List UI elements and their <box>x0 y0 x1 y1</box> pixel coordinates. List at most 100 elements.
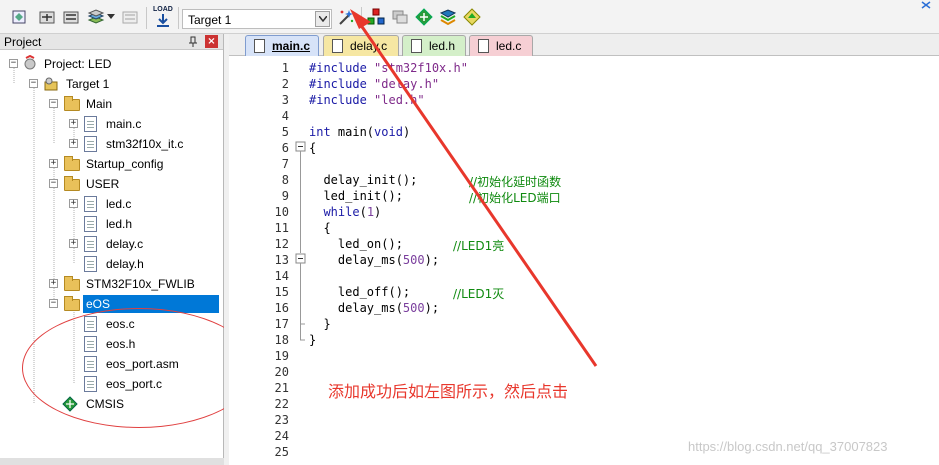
folder-open-icon <box>64 96 80 111</box>
code-line-16: delay_ms(500); <box>309 301 440 315</box>
batch-build-icon[interactable] <box>87 8 105 26</box>
stop-build-icon[interactable] <box>121 8 139 26</box>
tree-item-label: led.c <box>106 197 132 211</box>
manage-project-items-icon[interactable] <box>463 8 481 26</box>
file-icon <box>84 236 97 252</box>
collapse-toggle[interactable]: − <box>49 179 58 188</box>
expand-toggle[interactable]: + <box>69 199 78 208</box>
tree-item-label: Startup_config <box>86 157 164 171</box>
tab-led-c[interactable]: led.c <box>469 35 533 56</box>
toolbar-separator <box>178 7 179 29</box>
tree-item-file[interactable]: led.h <box>0 214 223 234</box>
tree-item-file[interactable]: + main.c <box>0 114 223 134</box>
file-icon <box>84 136 97 152</box>
close-icon[interactable] <box>919 0 933 10</box>
tree-item-label: Main <box>86 97 113 111</box>
editor-tabbar: main.c delay.c led.h led.c <box>229 34 939 56</box>
code-line-1: #include "stm32f10x.h" <box>309 61 468 75</box>
project-panel-header: Project × <box>0 34 223 50</box>
pin-icon[interactable] <box>188 36 198 48</box>
tab-label: led.c <box>496 39 522 53</box>
dropdown-arrow-icon[interactable] <box>107 14 115 20</box>
build-icon[interactable] <box>38 8 56 26</box>
load-label: LOAD <box>153 6 173 13</box>
target-icon <box>44 77 58 91</box>
toolbar-separator <box>146 7 147 29</box>
code-line-13: delay_ms(500); <box>309 253 440 267</box>
highlight-ellipse <box>22 308 256 428</box>
tree-item-group-main[interactable]: − Main <box>0 94 223 114</box>
expand-toggle[interactable]: + <box>69 239 78 248</box>
tree-item-target[interactable]: − Target 1 <box>0 74 223 94</box>
folder-icon <box>64 156 80 171</box>
tree-item-label: STM32F10x_FWLIB <box>86 277 195 291</box>
tree-item-project[interactable]: − Project: LED <box>0 54 223 74</box>
tree-item-file[interactable]: delay.h <box>0 254 223 274</box>
translate-icon[interactable] <box>10 8 28 26</box>
close-panel-button[interactable]: × <box>205 35 218 48</box>
tree-item-label: led.h <box>106 217 133 231</box>
tab-label: delay.c <box>350 39 388 53</box>
code-line-5: int main(void) <box>309 125 411 139</box>
project-gear-icon <box>24 55 36 70</box>
file-icon <box>332 39 343 53</box>
chevron-down-icon <box>319 16 327 22</box>
file-icon <box>84 256 97 272</box>
code-line-10: while(1) <box>323 205 382 219</box>
code-line-11: { <box>309 221 331 235</box>
tree-item-label: delay.h <box>106 257 144 271</box>
file-icon <box>84 116 97 132</box>
tree-item-file[interactable]: + led.c <box>0 194 223 214</box>
file-icon <box>84 216 97 232</box>
panel-bottom-tabs <box>0 458 224 465</box>
load-button[interactable]: LOAD <box>152 6 174 28</box>
tree-item-group-startup[interactable]: + Startup_config <box>0 154 223 174</box>
tree-item-label: stm32f10x_it.c <box>106 137 184 151</box>
tree-item-file[interactable]: + stm32f10x_it.c <box>0 134 223 154</box>
expand-toggle[interactable]: + <box>49 159 58 168</box>
tab-delay-c[interactable]: delay.c <box>323 35 399 56</box>
expand-toggle[interactable]: + <box>49 279 58 288</box>
tree-item-group-user[interactable]: − USER <box>0 174 223 194</box>
code-line-8: delay_init();//初始化延时函数 <box>309 173 562 189</box>
file-icon <box>84 196 97 212</box>
expand-toggle[interactable]: + <box>69 119 78 128</box>
select-packs-icon[interactable] <box>391 8 409 26</box>
tab-led-h[interactable]: led.h <box>402 35 466 56</box>
folder-icon <box>64 276 80 291</box>
code-line-3: #include "led.h" <box>309 93 425 107</box>
code-line-18: } <box>309 333 317 347</box>
tab-main-c[interactable]: main.c <box>245 35 319 56</box>
tree-item-group-fwlib[interactable]: + STM32F10x_FWLIB <box>0 274 223 294</box>
target-select-dropdown-button[interactable] <box>315 11 330 27</box>
code-line-12: led_on();//LED1亮 <box>309 237 505 253</box>
file-icon <box>411 39 422 53</box>
main-toolbar: LOAD Target 1 <box>0 0 939 34</box>
collapse-toggle[interactable]: − <box>49 299 58 308</box>
collapse-toggle[interactable]: − <box>49 99 58 108</box>
download-arrow-icon <box>157 14 169 27</box>
tree-item-label: USER <box>86 177 120 191</box>
annotation-text: 添加成功后如左图所示，然后点击 <box>328 382 569 401</box>
code-line-9: led_init();//初始化LED端口 <box>309 189 561 205</box>
code-area[interactable]: #include "stm32f10x.h" #include "delay.h… <box>229 58 939 465</box>
collapse-toggle[interactable]: − <box>29 79 38 88</box>
folder-open-icon <box>64 176 80 191</box>
folder-open-icon <box>64 296 80 311</box>
tree-item-label: Target 1 <box>66 77 110 91</box>
expand-toggle[interactable]: + <box>69 139 78 148</box>
tree-item-label: main.c <box>106 117 142 131</box>
tree-item-file[interactable]: + delay.c <box>0 234 223 254</box>
watermark: https://blog.csdn.net/qq_37007823 <box>688 439 888 454</box>
run-time-environment-icon[interactable] <box>439 8 457 26</box>
collapse-toggle[interactable]: − <box>9 59 18 68</box>
target-select[interactable]: Target 1 <box>182 9 332 29</box>
tree-item-label: Project: LED <box>44 57 112 71</box>
rebuild-icon[interactable] <box>62 8 80 26</box>
options-for-target-icon[interactable] <box>337 8 355 26</box>
manage-components-icon[interactable] <box>367 8 385 26</box>
pack-installer-icon[interactable] <box>415 8 433 26</box>
tree-item-label: delay.c <box>106 237 144 251</box>
project-panel: Project × − Project: LED − Target 1 − Ma… <box>0 34 256 465</box>
toolbar-separator <box>361 7 362 29</box>
